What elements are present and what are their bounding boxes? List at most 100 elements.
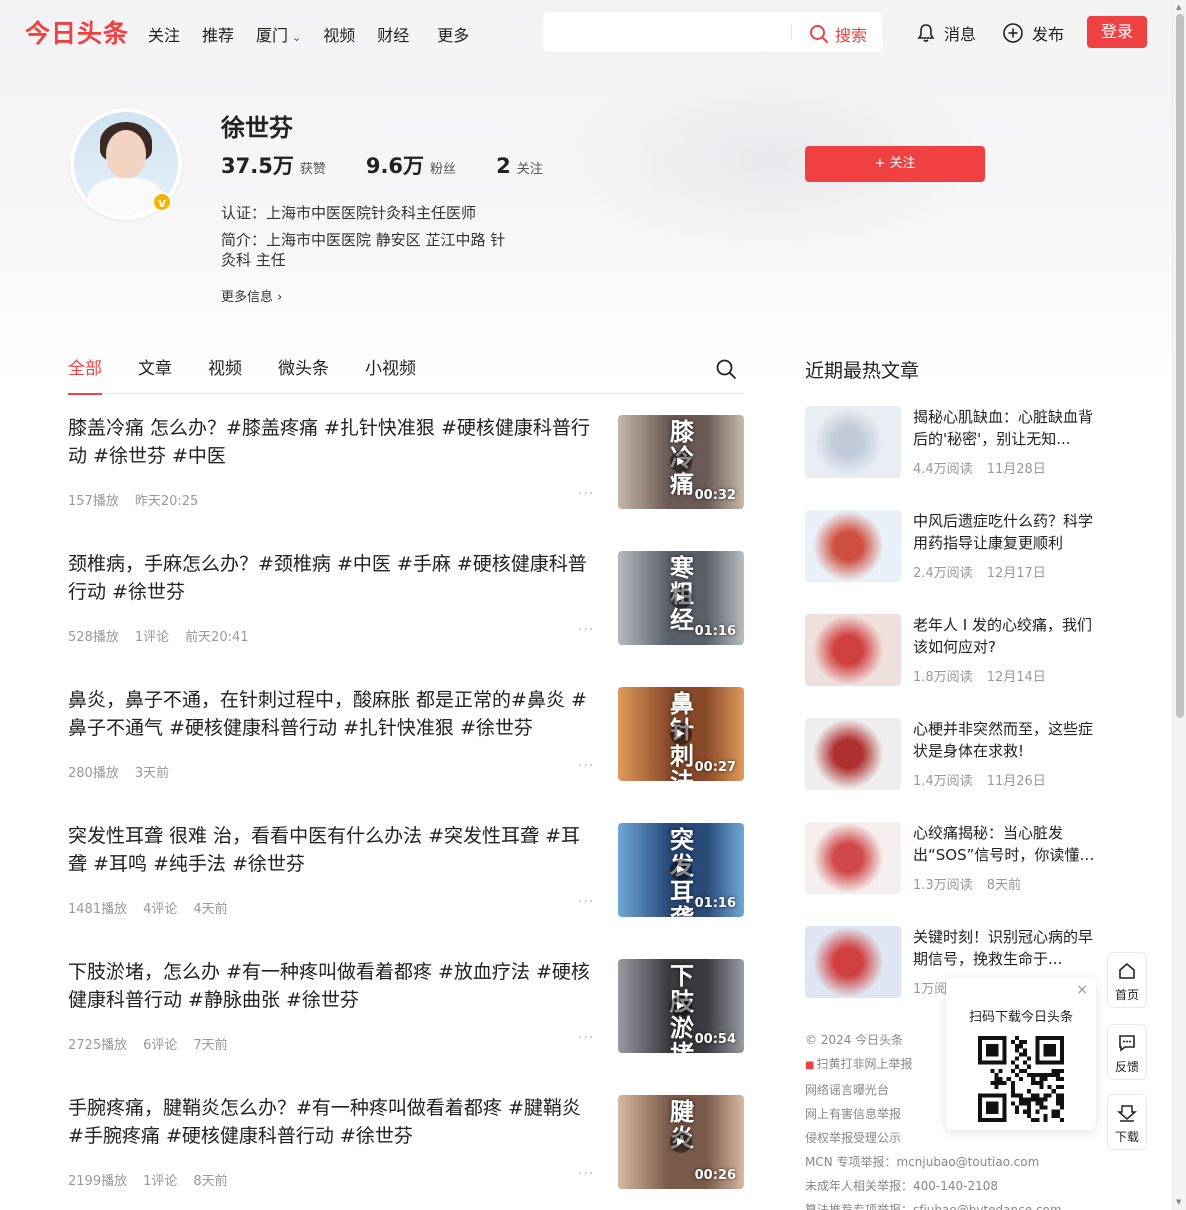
hot-article-item[interactable]: 中风后遗症吃什么药？科学用药指导让康复更顺利 2.4万阅读 12月17日 bbox=[805, 510, 1105, 614]
site-logo[interactable]: 今日头条 bbox=[25, 14, 129, 50]
plus-circle-icon bbox=[1003, 23, 1023, 43]
nav-video[interactable]: 视频 bbox=[323, 22, 355, 46]
login-button[interactable]: 登录 bbox=[1087, 16, 1147, 48]
hot-article-image[interactable] bbox=[805, 614, 901, 686]
tab-all[interactable]: 全部 bbox=[68, 354, 102, 395]
more-info-link[interactable]: 更多信息 › bbox=[221, 286, 282, 305]
hot-article-title[interactable]: 心绞痛揭秘：当心脏发出“SOS”信号时，你读懂了... bbox=[913, 822, 1103, 866]
more-options-icon[interactable]: ··· bbox=[578, 894, 594, 910]
tab-search-button[interactable] bbox=[715, 358, 737, 384]
stat-following[interactable]: 2 关注 bbox=[496, 154, 543, 178]
feed-item-plays: 2199播放 bbox=[68, 1174, 128, 1189]
more-options-icon[interactable]: ··· bbox=[578, 486, 594, 502]
feed-item-title[interactable]: 鼻炎，鼻子不通，在针刺过程中，酸麻胀 都是正常的#鼻炎 #鼻子不通气 #硬核健康… bbox=[68, 686, 598, 742]
feedback-icon bbox=[1119, 1035, 1135, 1052]
hot-article-title[interactable]: 心梗并非突然而至，这些症状是身体在求救! bbox=[913, 718, 1103, 762]
feed-item[interactable]: 下肢淤堵，怎么办 #有一种疼叫做看着都疼 #放血疗法 #硬核健康科普行动 #静脉… bbox=[68, 958, 744, 1094]
feed-item[interactable]: 颈椎病，手麻怎么办？#颈椎病 #中医 #手麻 #硬核健康科普行动 #徐世芬 528… bbox=[68, 550, 744, 686]
hot-article-date: 8天前 bbox=[986, 878, 1021, 893]
page-scrollbar[interactable]: ▲ ▼ bbox=[1172, 0, 1186, 1210]
hot-article-image[interactable] bbox=[805, 822, 901, 894]
hot-article-item[interactable]: 老年人 I 发的心绞痛，我们该如何应对? 1.8万阅读 12月14日 bbox=[805, 614, 1105, 718]
feed-item[interactable]: 膝盖冷痛 怎么办？#膝盖疼痛 #扎针快准狠 #硬核健康科普行动 #徐世芬 #中医… bbox=[68, 414, 744, 550]
hot-article-image[interactable] bbox=[805, 718, 901, 790]
footer-algorithm: 算法推荐专项举报：sfjubao@bytedance.com bbox=[805, 1203, 1062, 1210]
feed-item-thumbnail[interactable]: 膝冷痛 ▶ 00:32 bbox=[618, 415, 744, 509]
feed-item-time: 3天前 bbox=[134, 766, 170, 781]
hot-article-item[interactable]: 心绞痛揭秘：当心脏发出“SOS”信号时，你读懂了... 1.3万阅读 8天前 bbox=[805, 822, 1105, 926]
chevron-down-icon: ⌄ bbox=[292, 31, 302, 44]
publish-link[interactable]: 发布 bbox=[1002, 21, 1064, 45]
feed-item-title[interactable]: 突发性耳聋 很难 治，看看中医有什么办法 #突发性耳聋 #耳聋 #耳鸣 #纯手法… bbox=[68, 822, 598, 878]
scroll-down-arrow[interactable]: ▼ bbox=[1176, 1198, 1181, 1206]
tool-download[interactable]: 下载 bbox=[1107, 1094, 1147, 1150]
more-options-icon[interactable]: ··· bbox=[578, 758, 594, 774]
follow-button[interactable]: + 关注 bbox=[805, 146, 985, 182]
feed-item-comments: 4评论 bbox=[143, 902, 178, 917]
hot-article-date: 11月28日 bbox=[986, 462, 1046, 477]
hot-article-title[interactable]: 关键时刻！识别冠心病的早期信号，挽救生命于... bbox=[913, 926, 1103, 970]
nav-city[interactable]: 厦门 ⌄ bbox=[256, 22, 301, 46]
stat-fans[interactable]: 9.6万 粉丝 bbox=[366, 150, 456, 180]
scroll-up-arrow[interactable]: ▲ bbox=[1176, 3, 1181, 11]
feed-item-title[interactable]: 颈椎病，手麻怎么办？#颈椎病 #中医 #手麻 #硬核健康科普行动 #徐世芬 bbox=[68, 550, 598, 606]
nav-follow[interactable]: 关注 bbox=[148, 22, 180, 46]
more-options-icon[interactable]: ··· bbox=[578, 622, 594, 638]
tool-home[interactable]: 首页 bbox=[1107, 952, 1147, 1008]
hot-article-title[interactable]: 老年人 I 发的心绞痛，我们该如何应对? bbox=[913, 614, 1103, 658]
scrollbar-thumb[interactable] bbox=[1176, 14, 1184, 718]
top-header: 今日头条 关注 推荐 厦门 ⌄ 视频 财经 更多 搜索 消息 发布 登录 bbox=[0, 0, 1172, 64]
main-nav: 关注 推荐 厦门 ⌄ 视频 财经 更多 bbox=[148, 22, 491, 46]
footer-minor: 未成年人相关举报：400-140-2108 bbox=[805, 1179, 999, 1193]
tab-articles[interactable]: 文章 bbox=[138, 354, 172, 394]
search-button[interactable]: 搜索 bbox=[809, 22, 867, 46]
feed-item-comments: 1评论 bbox=[134, 630, 170, 645]
feed-item-meta: 1481播放 4评论 4天前 bbox=[68, 898, 244, 917]
tool-feedback-label: 反馈 bbox=[1114, 1060, 1139, 1074]
close-icon[interactable]: × bbox=[1076, 982, 1088, 998]
hot-article-image[interactable] bbox=[805, 406, 901, 478]
feed-item-plays: 157播放 bbox=[68, 494, 119, 509]
messages-link[interactable]: 消息 bbox=[916, 21, 976, 45]
hot-article-date: 11月26日 bbox=[986, 774, 1046, 789]
feed-item-comments: 6评论 bbox=[143, 1038, 178, 1053]
hot-article-item[interactable]: 揭秘心肌缺血：心脏缺血背后的'秘密'，别让无知... 4.4万阅读 11月28日 bbox=[805, 406, 1105, 510]
search-input[interactable] bbox=[555, 20, 785, 44]
tab-videos[interactable]: 视频 bbox=[208, 354, 242, 394]
hot-articles-list: 揭秘心肌缺血：心脏缺血背后的'秘密'，别让无知... 4.4万阅读 11月28日 中风… bbox=[805, 406, 1105, 1030]
hot-article-title[interactable]: 中风后遗症吃什么药？科学用药指导让康复更顺利 bbox=[913, 510, 1103, 554]
hot-article-image[interactable] bbox=[805, 926, 901, 998]
hot-article-title[interactable]: 揭秘心肌缺血：心脏缺血背后的'秘密'，别让无知... bbox=[913, 406, 1103, 450]
more-options-icon[interactable]: ··· bbox=[578, 1166, 594, 1182]
feed-item-thumbnail[interactable]: 寒粗经 ▶ 01:16 bbox=[618, 551, 744, 645]
nav-finance[interactable]: 财经 bbox=[377, 22, 409, 46]
feed-item-thumbnail[interactable]: 腱炎 ▶ 00:26 bbox=[618, 1095, 744, 1189]
feed-item[interactable]: 突发性耳聋 很难 治，看看中医有什么办法 #突发性耳聋 #耳聋 #耳鸣 #纯手法… bbox=[68, 822, 744, 958]
feed-item-title[interactable]: 下肢淤堵，怎么办 #有一种疼叫做看着都疼 #放血疗法 #硬核健康科普行动 #静脉… bbox=[68, 958, 598, 1014]
feed-item-meta: 2725播放 6评论 7天前 bbox=[68, 1034, 244, 1053]
feed-item-title[interactable]: 膝盖冷痛 怎么办？#膝盖疼痛 #扎针快准狠 #硬核健康科普行动 #徐世芬 #中医 bbox=[68, 414, 598, 470]
tab-micro[interactable]: 微头条 bbox=[278, 354, 329, 394]
stat-following-value: 2 bbox=[496, 154, 511, 178]
feed-item-thumbnail[interactable]: 下肢淤堵▶00:54 bbox=[618, 959, 744, 1053]
feed-item[interactable]: 鼻炎，鼻子不通，在针刺过程中，酸麻胀 都是正常的#鼻炎 #鼻子不通气 #硬核健康… bbox=[68, 686, 744, 822]
nav-recommend[interactable]: 推荐 bbox=[202, 22, 234, 46]
qr-download-popup: × 扫码下载今日头条 bbox=[946, 978, 1096, 1130]
tab-short-videos[interactable]: 小视频 bbox=[365, 354, 416, 394]
hot-article-item[interactable]: 心梗并非突然而至，这些症状是身体在求救! 1.4万阅读 11月26日 bbox=[805, 718, 1105, 822]
feed-item-time: 前天20:41 bbox=[185, 630, 249, 645]
feed-item-thumbnail[interactable]: 鼻针刺法▶00:27 bbox=[618, 687, 744, 781]
feed-item-title[interactable]: 手腕疼痛，腱鞘炎怎么办？#有一种疼叫做看着都疼 #腱鞘炎 #手腕疼痛 #硬核健康… bbox=[68, 1094, 598, 1150]
search-divider bbox=[791, 24, 792, 40]
tool-download-label: 下载 bbox=[1114, 1130, 1139, 1144]
feed-list: 膝盖冷痛 怎么办？#膝盖疼痛 #扎针快准狠 #硬核健康科普行动 #徐世芬 #中医… bbox=[68, 414, 744, 1210]
hot-article-image[interactable] bbox=[805, 510, 901, 582]
nav-more[interactable]: 更多 bbox=[437, 22, 469, 46]
more-options-icon[interactable]: ··· bbox=[578, 1030, 594, 1046]
stat-following-label: 关注 bbox=[516, 162, 543, 177]
tool-feedback[interactable]: 反馈 bbox=[1107, 1024, 1147, 1080]
feed-item[interactable]: 手腕疼痛，腱鞘炎怎么办？#有一种疼叫做看着都疼 #腱鞘炎 #手腕疼痛 #硬核健康… bbox=[68, 1094, 744, 1210]
search-icon bbox=[716, 359, 736, 379]
qr-title: 扫码下载今日头条 bbox=[968, 1010, 1073, 1025]
feed-item-thumbnail[interactable]: 突发耳聋▶01:16 bbox=[618, 823, 744, 917]
